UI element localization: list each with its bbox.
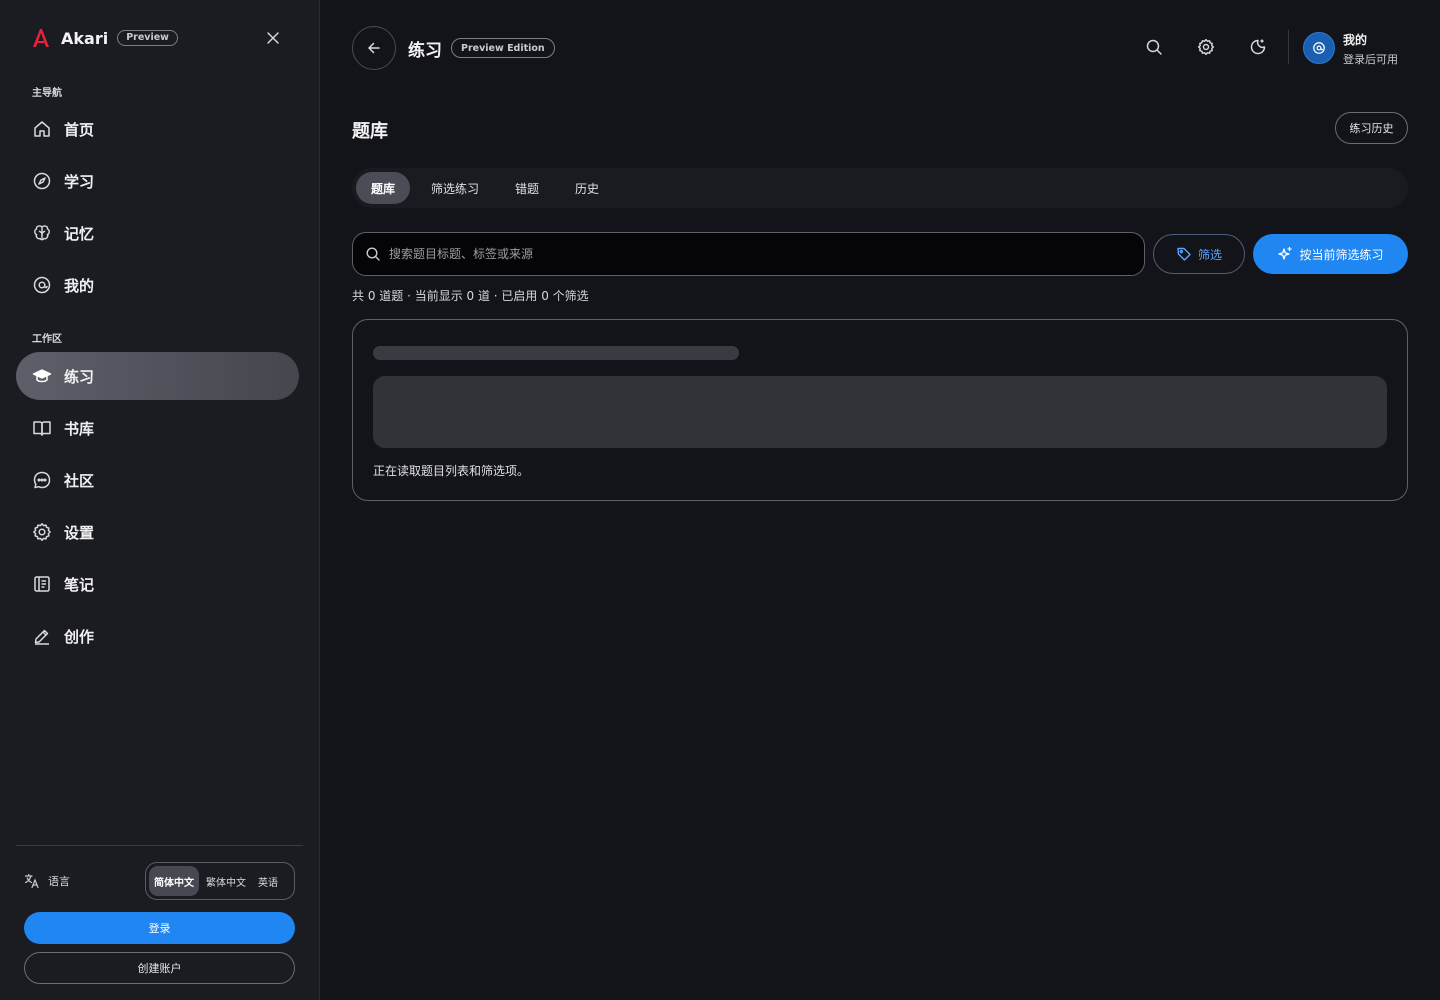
tab-bar: 题库 筛选练习 错题 历史 — [352, 168, 1408, 208]
tag-icon — [1177, 247, 1191, 261]
pen-icon — [34, 629, 49, 645]
sidebar-item-label: 学习 — [64, 172, 95, 191]
avatar[interactable] — [1303, 32, 1335, 64]
sidebar-item-create[interactable]: 创作 — [16, 612, 299, 660]
tab-question-bank[interactable]: 题库 — [356, 172, 411, 204]
sidebar-item-library[interactable]: 书库 — [16, 404, 299, 452]
header-divider — [1288, 30, 1289, 64]
sidebar-item-notes[interactable]: 笔记 — [16, 560, 299, 608]
moon-icon — [1250, 39, 1266, 55]
sidebar-item-label: 我的 — [64, 276, 95, 295]
question-stats: 共 0 道题 · 当前显示 0 道 · 已启用 0 个筛选 — [352, 289, 589, 303]
search-input[interactable] — [389, 247, 1144, 261]
sidebar-item-learn[interactable]: 学习 — [16, 157, 299, 205]
loading-message: 正在读取题目列表和筛选项。 — [373, 464, 530, 478]
search-icon — [366, 247, 380, 261]
back-button[interactable] — [352, 26, 396, 70]
graduation-cap-icon — [32, 369, 52, 383]
translate-icon — [24, 873, 39, 889]
language-switcher: 语言 简体中文 繁体中文 英语 — [24, 862, 295, 900]
filter-button[interactable]: 筛选 — [1153, 234, 1245, 274]
practice-with-filter-button[interactable]: 按当前筛选练习 — [1253, 234, 1408, 274]
settings-button[interactable] — [1197, 38, 1215, 56]
brand: Akari Preview — [32, 26, 178, 50]
practice-history-button[interactable]: 练习历史 — [1335, 112, 1408, 144]
gear-icon — [33, 523, 51, 541]
close-icon — [267, 32, 279, 44]
sidebar-item-community[interactable]: 社区 — [16, 456, 299, 504]
close-sidebar-button[interactable] — [263, 28, 283, 48]
sidebar-item-label: 练习 — [64, 367, 95, 386]
sidebar-item-label: 记忆 — [64, 224, 95, 243]
sidebar: Akari Preview 主导航 首页 学习 记忆 我的 工作区 练习 书库 … — [0, 0, 320, 1000]
akari-logo-icon — [33, 29, 49, 47]
user-status: 登录后可用 — [1343, 53, 1398, 66]
preview-badge: Preview — [117, 30, 178, 46]
book-open-icon — [33, 421, 51, 436]
skeleton-block — [373, 376, 1387, 448]
user-circle-icon — [1313, 42, 1325, 54]
filter-label: 筛选 — [1197, 247, 1222, 262]
tab-history[interactable]: 历史 — [560, 172, 614, 204]
language-option-simplified[interactable]: 简体中文 — [149, 866, 199, 896]
loading-card: 正在读取题目列表和筛选项。 — [352, 319, 1408, 501]
notebook-icon — [34, 576, 50, 592]
language-option-english[interactable]: 英语 — [253, 866, 283, 896]
sparkle-icon — [1278, 246, 1293, 260]
create-account-button[interactable]: 创建账户 — [24, 952, 295, 984]
tab-wrong-questions[interactable]: 错题 — [500, 172, 554, 204]
sidebar-item-label: 首页 — [64, 120, 95, 139]
section-main-nav: 主导航 — [32, 88, 62, 99]
language-segmented-control: 简体中文 繁体中文 英语 — [145, 862, 295, 900]
user-name[interactable]: 我的 — [1343, 31, 1367, 48]
search-icon — [1146, 39, 1162, 55]
user-circle-icon — [33, 276, 51, 294]
sidebar-divider — [16, 845, 303, 846]
search-box — [352, 232, 1145, 276]
theme-toggle-button[interactable] — [1249, 38, 1267, 56]
sidebar-item-label: 设置 — [64, 523, 95, 542]
search-button[interactable] — [1145, 38, 1163, 56]
gear-icon — [1197, 38, 1215, 56]
brain-icon — [34, 225, 50, 241]
section-workspace: 工作区 — [32, 334, 62, 345]
language-option-traditional[interactable]: 繁体中文 — [201, 866, 251, 896]
sidebar-item-memory[interactable]: 记忆 — [16, 209, 299, 257]
practice-label: 按当前筛选练习 — [1299, 247, 1384, 262]
sidebar-item-label: 笔记 — [64, 575, 95, 594]
sidebar-item-label: 创作 — [64, 627, 95, 646]
brand-name: Akari — [61, 28, 109, 48]
login-button[interactable]: 登录 — [24, 912, 295, 944]
home-icon — [34, 121, 50, 137]
section-title: 题库 — [352, 121, 388, 142]
sidebar-item-label: 社区 — [64, 471, 95, 490]
page-title: 练习 — [408, 41, 442, 61]
language-label: 语言 — [48, 875, 70, 888]
sidebar-item-home[interactable]: 首页 — [16, 105, 299, 153]
skeleton-line — [373, 346, 739, 360]
chat-bubble-icon — [33, 471, 51, 489]
sidebar-item-settings[interactable]: 设置 — [16, 508, 299, 556]
tab-filter-practice[interactable]: 筛选练习 — [416, 172, 494, 204]
sidebar-item-label: 书库 — [64, 419, 95, 438]
compass-icon — [33, 172, 51, 190]
sidebar-item-me[interactable]: 我的 — [16, 261, 299, 309]
edition-badge: Preview Edition — [451, 38, 555, 58]
arrow-left-icon — [368, 42, 380, 54]
sidebar-item-practice[interactable]: 练习 — [16, 352, 299, 400]
